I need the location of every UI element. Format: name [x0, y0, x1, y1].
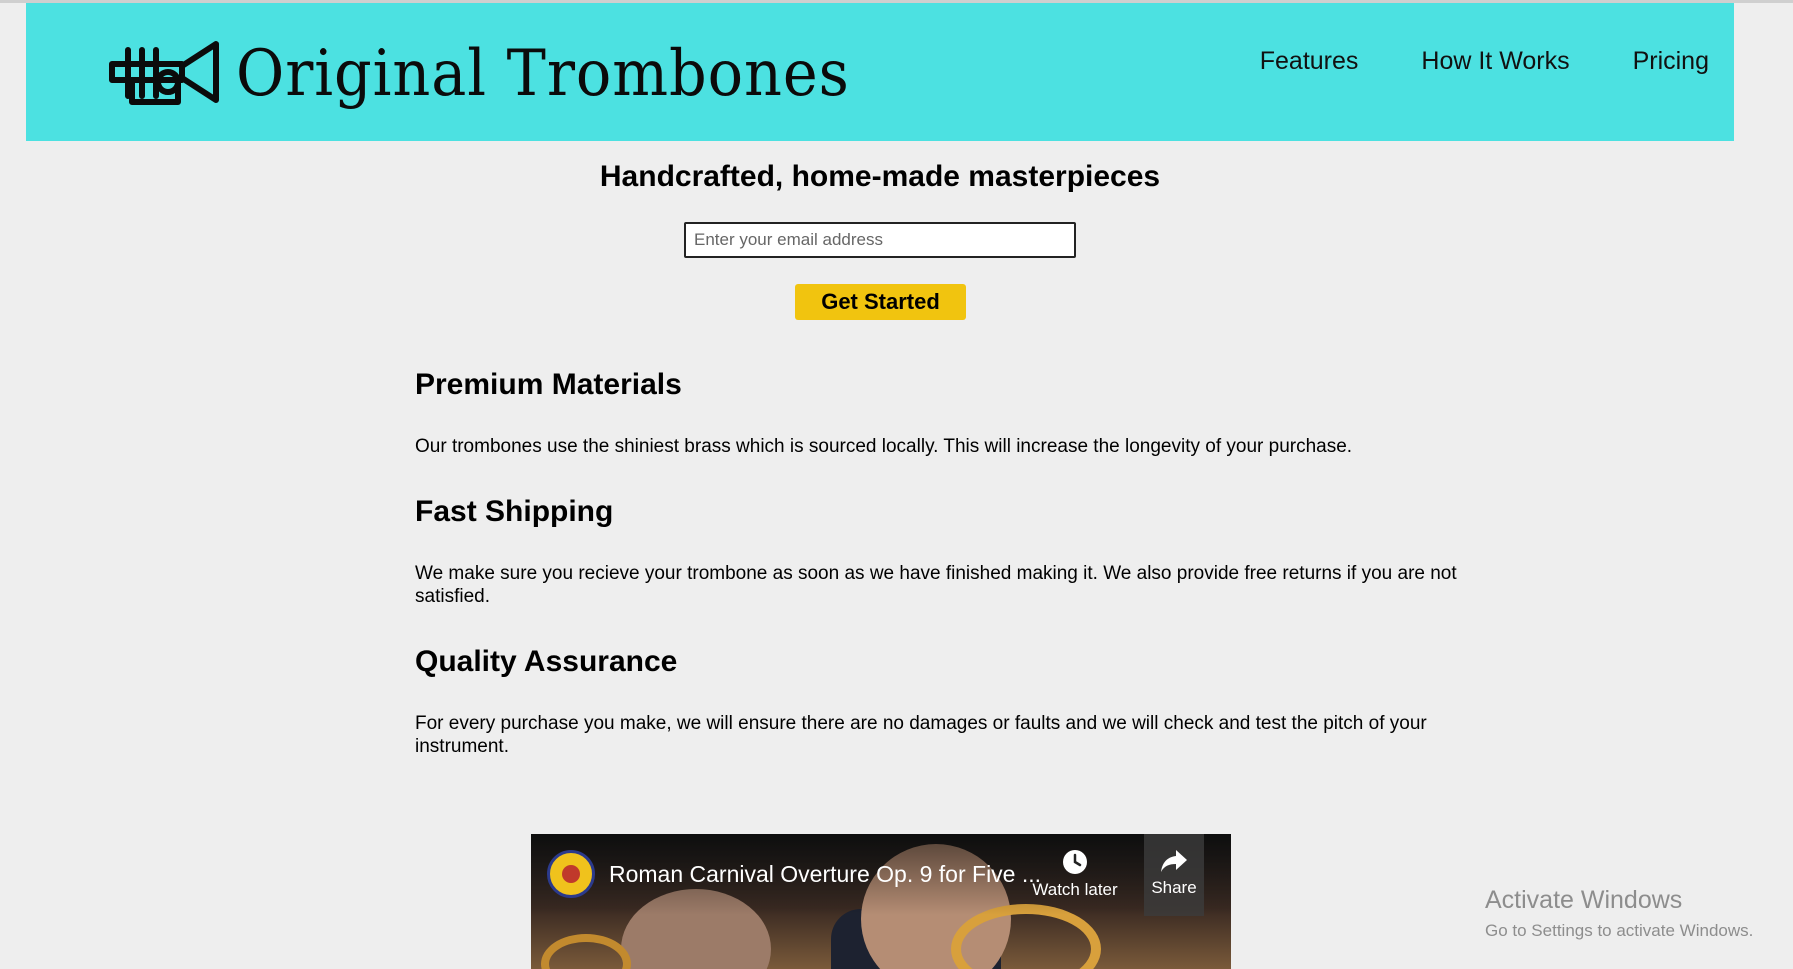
- watermark-subtitle: Go to Settings to activate Windows.: [1485, 921, 1754, 940]
- get-started-button[interactable]: Get Started: [795, 284, 966, 320]
- video-title[interactable]: Roman Carnival Overture Op. 9 for Five .…: [609, 861, 1041, 888]
- channel-avatar[interactable]: [547, 850, 595, 898]
- brand-name: Original Trombones: [236, 37, 850, 111]
- feature-fast-shipping: Fast Shipping We make sure you recieve y…: [415, 495, 1465, 608]
- share-arrow-icon: [1161, 850, 1187, 872]
- trumpet-logo-icon: [109, 41, 219, 105]
- feature-title: Quality Assurance: [415, 645, 678, 678]
- clock-icon: [1063, 850, 1087, 874]
- hero-title: Handcrafted, home-made masterpieces: [599, 160, 1161, 193]
- nav-link-how-it-works[interactable]: How It Works: [1421, 47, 1569, 76]
- feature-text: For every purchase you make, we will ens…: [415, 713, 1427, 757]
- windows-activation-watermark: Activate Windows Go to Settings to activ…: [1485, 886, 1753, 941]
- feature-premium-materials: Premium Materials Our trombones use the …: [415, 368, 1465, 458]
- watermark-title: Activate Windows: [1485, 886, 1683, 914]
- nav-link-pricing[interactable]: Pricing: [1633, 47, 1709, 76]
- share-label: Share: [1151, 878, 1197, 897]
- feature-text: We make sure you recieve your trombone a…: [415, 563, 1457, 607]
- video-overlay: [531, 834, 1231, 969]
- video-player[interactable]: Roman Carnival Overture Op. 9 for Five .…: [531, 834, 1231, 969]
- feature-title: Premium Materials: [415, 368, 682, 401]
- share-button[interactable]: Share: [1144, 834, 1204, 916]
- feature-quality-assurance: Quality Assurance For every purchase you…: [415, 645, 1465, 758]
- watch-later-label: Watch later: [1032, 880, 1118, 899]
- feature-text: Our trombones use the shiniest brass whi…: [415, 436, 1353, 457]
- site-header: Original Trombones Features How It Works…: [26, 3, 1734, 141]
- feature-title: Fast Shipping: [415, 495, 614, 528]
- brand-logo[interactable]: Original Trombones: [108, 29, 903, 119]
- watch-later-button[interactable]: Watch later: [1029, 848, 1121, 900]
- main-nav: Features How It Works Pricing: [1197, 47, 1709, 76]
- nav-link-features[interactable]: Features: [1260, 47, 1359, 76]
- email-input[interactable]: [684, 222, 1076, 258]
